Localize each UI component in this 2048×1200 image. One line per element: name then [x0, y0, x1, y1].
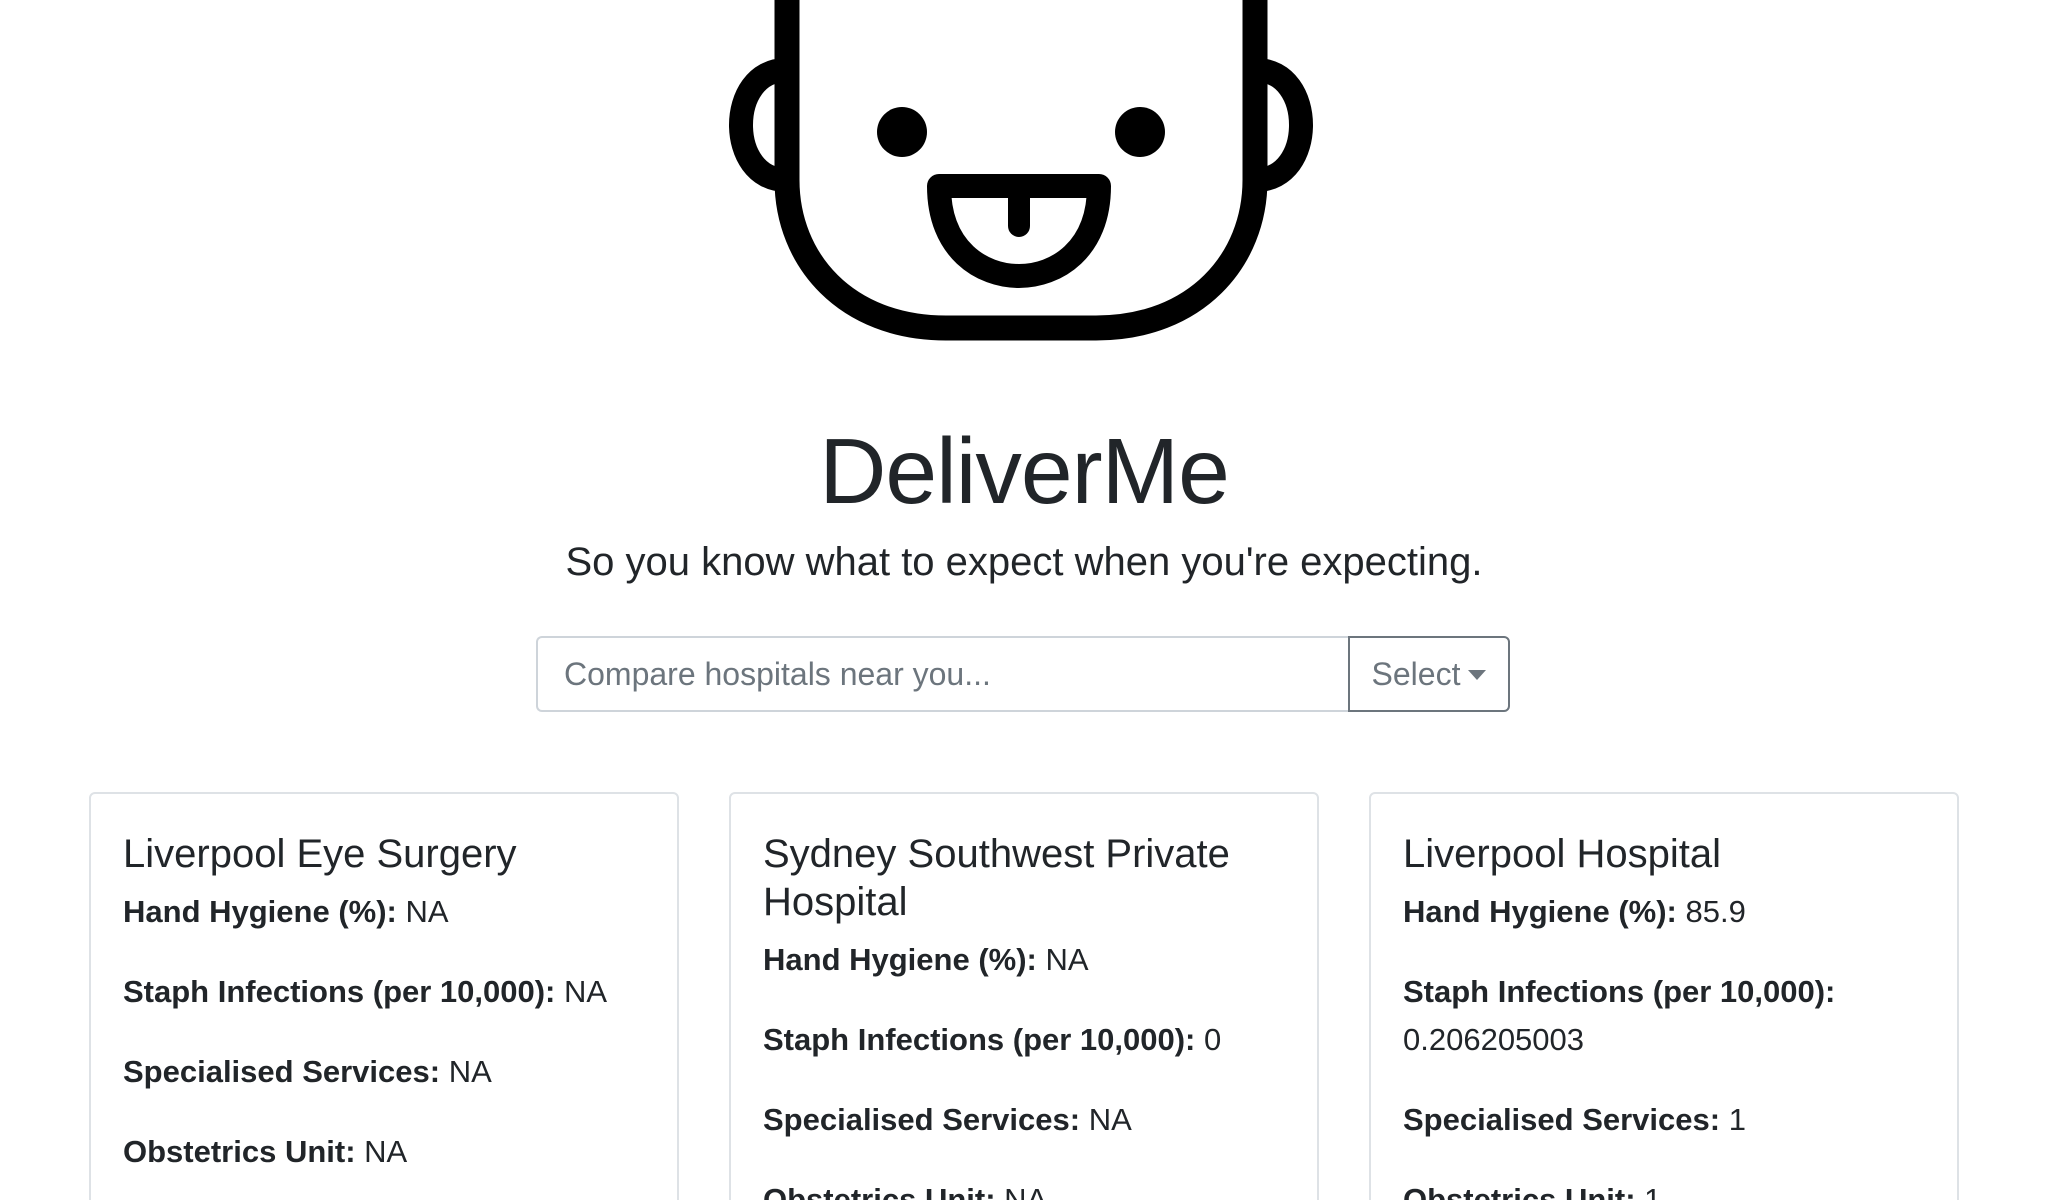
obstetrics-unit-stat: Obstetrics Unit: 1: [1403, 1176, 1925, 1200]
hand-hygiene-label: Hand Hygiene (%):: [1403, 894, 1677, 929]
specialised-services-value: 1: [1728, 1102, 1746, 1137]
specialised-services-stat: Specialised Services: 1: [1403, 1096, 1925, 1144]
hand-hygiene-stat: Hand Hygiene (%): NA: [763, 936, 1285, 984]
hand-hygiene-stat: Hand Hygiene (%): NA: [123, 888, 645, 936]
hospital-name: Liverpool Eye Surgery: [123, 832, 517, 876]
search-group: Select: [536, 636, 1510, 712]
obstetrics-unit-label: Obstetrics Unit:: [763, 1182, 996, 1200]
app-tagline: So you know what to expect when you're e…: [565, 540, 1483, 584]
specialised-services-value: NA: [1088, 1102, 1132, 1137]
hospital-name: Liverpool Hospital: [1403, 832, 1721, 876]
staph-infections-stat: Staph Infections (per 10,000): NA: [123, 968, 645, 1016]
hospital-card: Liverpool Hospital Hand Hygiene (%): 85.…: [1369, 792, 1959, 1200]
staph-infections-value: 0.206205003: [1403, 1022, 1585, 1057]
staph-infections-label: Staph Infections (per 10,000):: [123, 974, 556, 1009]
hand-hygiene-label: Hand Hygiene (%):: [763, 942, 1037, 977]
obstetrics-unit-value: NA: [364, 1134, 408, 1169]
staph-infections-stat: Staph Infections (per 10,000): 0: [763, 1016, 1285, 1064]
hand-hygiene-label: Hand Hygiene (%):: [123, 894, 397, 929]
specialised-services-stat: Specialised Services: NA: [123, 1048, 645, 1096]
obstetrics-unit-label: Obstetrics Unit:: [1403, 1182, 1636, 1200]
hand-hygiene-stat: Hand Hygiene (%): 85.9: [1403, 888, 1925, 936]
hand-hygiene-value: NA: [1045, 942, 1089, 977]
select-dropdown-button[interactable]: Select: [1348, 636, 1510, 712]
obstetrics-unit-value: NA: [1004, 1182, 1048, 1200]
select-button-label: Select: [1371, 655, 1461, 692]
obstetrics-unit-value: 1: [1644, 1182, 1662, 1200]
staph-infections-label: Staph Infections (per 10,000):: [1403, 974, 1836, 1009]
obstetrics-unit-stat: Obstetrics Unit: NA: [123, 1128, 645, 1176]
baby-face-icon: [729, 0, 1313, 341]
hand-hygiene-value: 85.9: [1685, 894, 1746, 929]
specialised-services-label: Specialised Services:: [1403, 1102, 1721, 1137]
obstetrics-unit-label: Obstetrics Unit:: [123, 1134, 356, 1169]
page: DeliverMe So you know what to expect whe…: [0, 0, 2048, 1200]
obstetrics-unit-stat: Obstetrics Unit: NA: [763, 1176, 1285, 1200]
staph-infections-value: NA: [564, 974, 608, 1009]
hospital-card: Sydney Southwest Private Hospital Hand H…: [729, 792, 1319, 1200]
staph-infections-stat: Staph Infections (per 10,000): 0.2062050…: [1403, 968, 1925, 1064]
caret-down-icon: [1468, 670, 1487, 680]
search-input[interactable]: [536, 636, 1348, 712]
app-title: DeliverMe: [819, 419, 1230, 523]
specialised-services-label: Specialised Services:: [123, 1054, 441, 1089]
specialised-services-label: Specialised Services:: [763, 1102, 1081, 1137]
specialised-services-value: NA: [448, 1054, 492, 1089]
staph-infections-value: 0: [1204, 1022, 1222, 1057]
specialised-services-stat: Specialised Services: NA: [763, 1096, 1285, 1144]
hospital-card: Liverpool Eye Surgery Hand Hygiene (%): …: [89, 792, 679, 1200]
staph-infections-label: Staph Infections (per 10,000):: [763, 1022, 1196, 1057]
hospital-name: Sydney Southwest Private Hospital: [763, 832, 1230, 924]
hand-hygiene-value: NA: [405, 894, 449, 929]
